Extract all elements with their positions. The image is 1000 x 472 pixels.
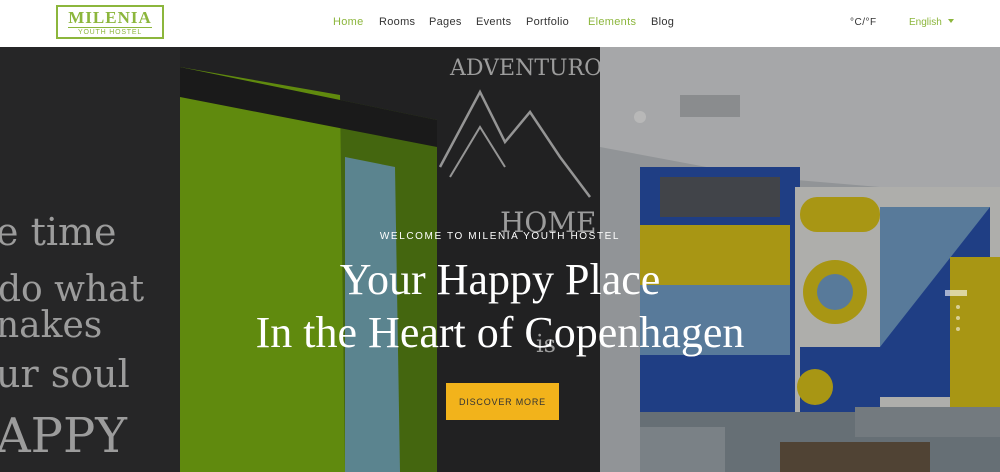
site-header: MILENIA YOUTH HOSTEL Home Rooms Pages Ev… bbox=[0, 0, 1000, 47]
site-logo[interactable]: MILENIA YOUTH HOSTEL bbox=[56, 5, 164, 39]
logo-tagline: YOUTH HOSTEL bbox=[68, 27, 152, 37]
nav-item-rooms[interactable]: Rooms bbox=[379, 16, 415, 28]
language-selector[interactable]: English bbox=[909, 17, 954, 28]
chevron-down-icon bbox=[947, 19, 954, 23]
hero-headline: Your Happy Place In the Heart of Copenha… bbox=[0, 253, 1000, 359]
nav-item-home[interactable]: Home bbox=[333, 16, 364, 28]
language-label: English bbox=[909, 17, 942, 28]
slider-active-indicator[interactable] bbox=[945, 290, 967, 296]
nav-item-events[interactable]: Events bbox=[476, 16, 511, 28]
slider-dot[interactable] bbox=[956, 327, 960, 331]
nav-item-pages[interactable]: Pages bbox=[429, 16, 462, 28]
nav-item-portfolio[interactable]: Portfolio bbox=[526, 16, 569, 28]
nav-item-blog[interactable]: Blog bbox=[651, 16, 674, 28]
slider-pagination bbox=[956, 305, 960, 338]
logo-name: MILENIA bbox=[68, 8, 152, 27]
hero-headline-line-2: In the Heart of Copenhagen bbox=[255, 308, 745, 357]
hero-headline-line-1: Your Happy Place bbox=[339, 255, 661, 304]
hero-slider: ADVENTUROUS HOME is e time do what nakes… bbox=[0, 47, 1000, 472]
slider-dot[interactable] bbox=[956, 316, 960, 320]
slider-dot[interactable] bbox=[956, 305, 960, 309]
discover-more-button[interactable]: DISCOVER MORE bbox=[446, 383, 559, 420]
nav-item-elements[interactable]: Elements bbox=[588, 16, 636, 28]
temperature-units-toggle[interactable]: °C/°F bbox=[850, 17, 877, 28]
hero-eyebrow: WELCOME TO MILENIA YOUTH HOSTEL bbox=[379, 231, 621, 242]
